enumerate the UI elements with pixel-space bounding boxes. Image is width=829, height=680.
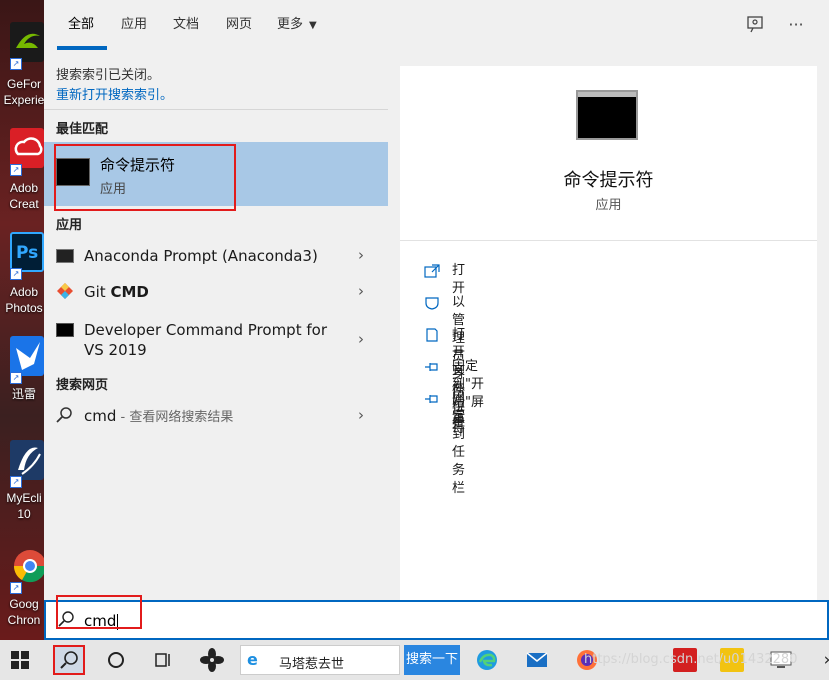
terminal-icon [56, 323, 74, 337]
chevron-right-icon[interactable]: › [358, 330, 364, 348]
app-fan-icon[interactable] [200, 648, 224, 672]
shield-icon [424, 296, 440, 310]
desktop-icon-label: Adob Photos [5, 285, 43, 315]
shortcut-arrow-icon: ↗ [10, 164, 22, 176]
edge-icon[interactable] [475, 648, 499, 672]
watermark: https://blog.csdn.net/u01432280 [584, 652, 798, 667]
chevron-right-icon[interactable]: › [358, 406, 364, 424]
desktop-icon-label: Goog Chron [7, 597, 41, 627]
desktop-icon-geforce[interactable]: ↗ GeFor Experie [0, 22, 44, 122]
chrome-icon [10, 546, 44, 586]
detail-type: 应用 [595, 198, 622, 213]
desktop-icon-chrome[interactable]: ↗ Goog Chron [0, 546, 44, 640]
desktop-icon-label: GeFor Experie [3, 77, 44, 107]
result-label: cmd - 查看网络搜索结果 [84, 406, 233, 428]
chevron-right-icon[interactable]: › [358, 246, 364, 264]
desktop-icon-photoshop[interactable]: Ps ↗ Adob Photos [0, 232, 44, 332]
annotation-highlight-search-box [56, 595, 142, 629]
detail-title: 命令提示符 [563, 170, 654, 191]
result-vs-dev-prompt[interactable]: Developer Command Prompt for VS 2019 › [44, 312, 388, 362]
search-tabs-bar: 全部 应用 文档 网页 更多 ▼ ··· [44, 0, 829, 52]
web-query: cmd [84, 407, 117, 425]
chevron-down-icon: ▼ [309, 20, 317, 31]
command-prompt-icon [576, 90, 638, 140]
desktop: ↗ GeFor Experie ↗ Adob Creat Ps ↗ Adob P… [0, 0, 44, 640]
search-box[interactable]: cmd [44, 600, 829, 640]
myeclipse-icon [10, 440, 44, 480]
shortcut-arrow-icon: ↗ [10, 372, 22, 384]
web-search-result[interactable]: cmd - 查看网络搜索结果 › [44, 398, 388, 432]
active-tab-indicator [57, 46, 107, 50]
results-list: 搜索索引已关闭。 重新打开搜索索引。 最佳匹配 命令提示符 应用 应用 Anac… [44, 52, 388, 600]
desktop-icon-myeclipse[interactable]: ↗ MyEcli 10 [0, 440, 44, 540]
tab-more[interactable]: 更多 ▼ [277, 16, 317, 36]
feedback-icon[interactable] [744, 14, 766, 36]
reenable-index-link[interactable]: 重新打开搜索索引。 [56, 84, 173, 103]
git-icon [56, 282, 74, 300]
desktop-icon-xunlei[interactable]: ↗ 迅雷 [0, 336, 44, 436]
result-detail-pane: 命令提示符 应用 打开 以管理员身份运行 打开文件位置 固定到"开始"屏幕 固定… [400, 66, 817, 600]
internet-explorer-icon: e [247, 650, 258, 669]
action-label: 打开 [452, 263, 466, 296]
cortana-icon[interactable] [104, 648, 128, 672]
pin-icon [424, 392, 440, 406]
pin-icon [424, 360, 440, 374]
svg-text:Ps: Ps [16, 243, 38, 263]
desktop-icon-label: Adob Creat [9, 181, 39, 211]
chevron-right-icon[interactable]: › [358, 282, 364, 300]
geforce-icon [10, 22, 44, 62]
desktop-icon-label: 迅雷 [11, 387, 36, 401]
desktop-icon-label: MyEcli 10 [6, 491, 42, 521]
search-panel: 全部 应用 文档 网页 更多 ▼ ··· 搜索索引已关闭。 重新打开搜索索引。 最… [44, 0, 829, 640]
shortcut-arrow-icon: ↗ [10, 58, 22, 70]
result-anaconda-prompt[interactable]: Anaconda Prompt (Anaconda3) › [44, 238, 388, 272]
divider [44, 109, 388, 110]
chevron-right-icon[interactable]: › [815, 648, 829, 672]
taskbar-news-widget[interactable]: e 马塔惹去世 [240, 645, 400, 675]
more-options-icon[interactable]: ··· [785, 14, 807, 36]
news-search-button[interactable]: 搜索一下 [404, 645, 460, 675]
result-label: Git CMD [84, 282, 149, 302]
tab-more-label: 更多 [277, 17, 304, 32]
windows-start-icon[interactable] [8, 648, 32, 672]
open-icon [424, 264, 440, 278]
apps-heading: 应用 [56, 218, 83, 233]
terminal-icon [56, 249, 74, 263]
tab-all[interactable]: 全部 [68, 16, 94, 36]
shortcut-arrow-icon: ↗ [10, 582, 22, 594]
result-label-text: Git [84, 283, 111, 301]
divider [400, 240, 817, 241]
search-icon [56, 406, 74, 424]
taskbar-search-button[interactable] [53, 645, 85, 675]
annotation-highlight-best-match [54, 144, 236, 211]
mail-icon[interactable] [525, 648, 549, 672]
action-label: 固定到任务栏 [452, 391, 466, 496]
web-search-heading: 搜索网页 [56, 378, 109, 393]
file-location-icon [424, 328, 440, 342]
xunlei-bird-icon [10, 336, 44, 376]
best-match-heading: 最佳匹配 [56, 122, 109, 137]
result-label: Developer Command Prompt for VS 2019 [84, 321, 327, 359]
creative-cloud-icon [10, 128, 44, 168]
tab-documents[interactable]: 文档 [173, 16, 199, 36]
task-view-icon[interactable] [151, 648, 175, 672]
shortcut-arrow-icon: ↗ [10, 268, 22, 280]
result-git-cmd[interactable]: Git CMD › [44, 274, 388, 308]
news-headline: 马塔惹去世 [279, 657, 345, 672]
desktop-icon-creative-cloud[interactable]: ↗ Adob Creat [0, 128, 44, 228]
tab-web[interactable]: 网页 [226, 16, 252, 36]
tab-apps[interactable]: 应用 [121, 16, 147, 36]
photoshop-icon: Ps [10, 232, 44, 272]
index-off-notice: 搜索索引已关闭。 [56, 68, 161, 83]
shortcut-arrow-icon: ↗ [10, 476, 22, 488]
web-suffix: - 查看网络搜索结果 [116, 410, 234, 425]
result-label: Anaconda Prompt (Anaconda3) [84, 247, 318, 265]
result-label-match: CMD [110, 283, 149, 301]
